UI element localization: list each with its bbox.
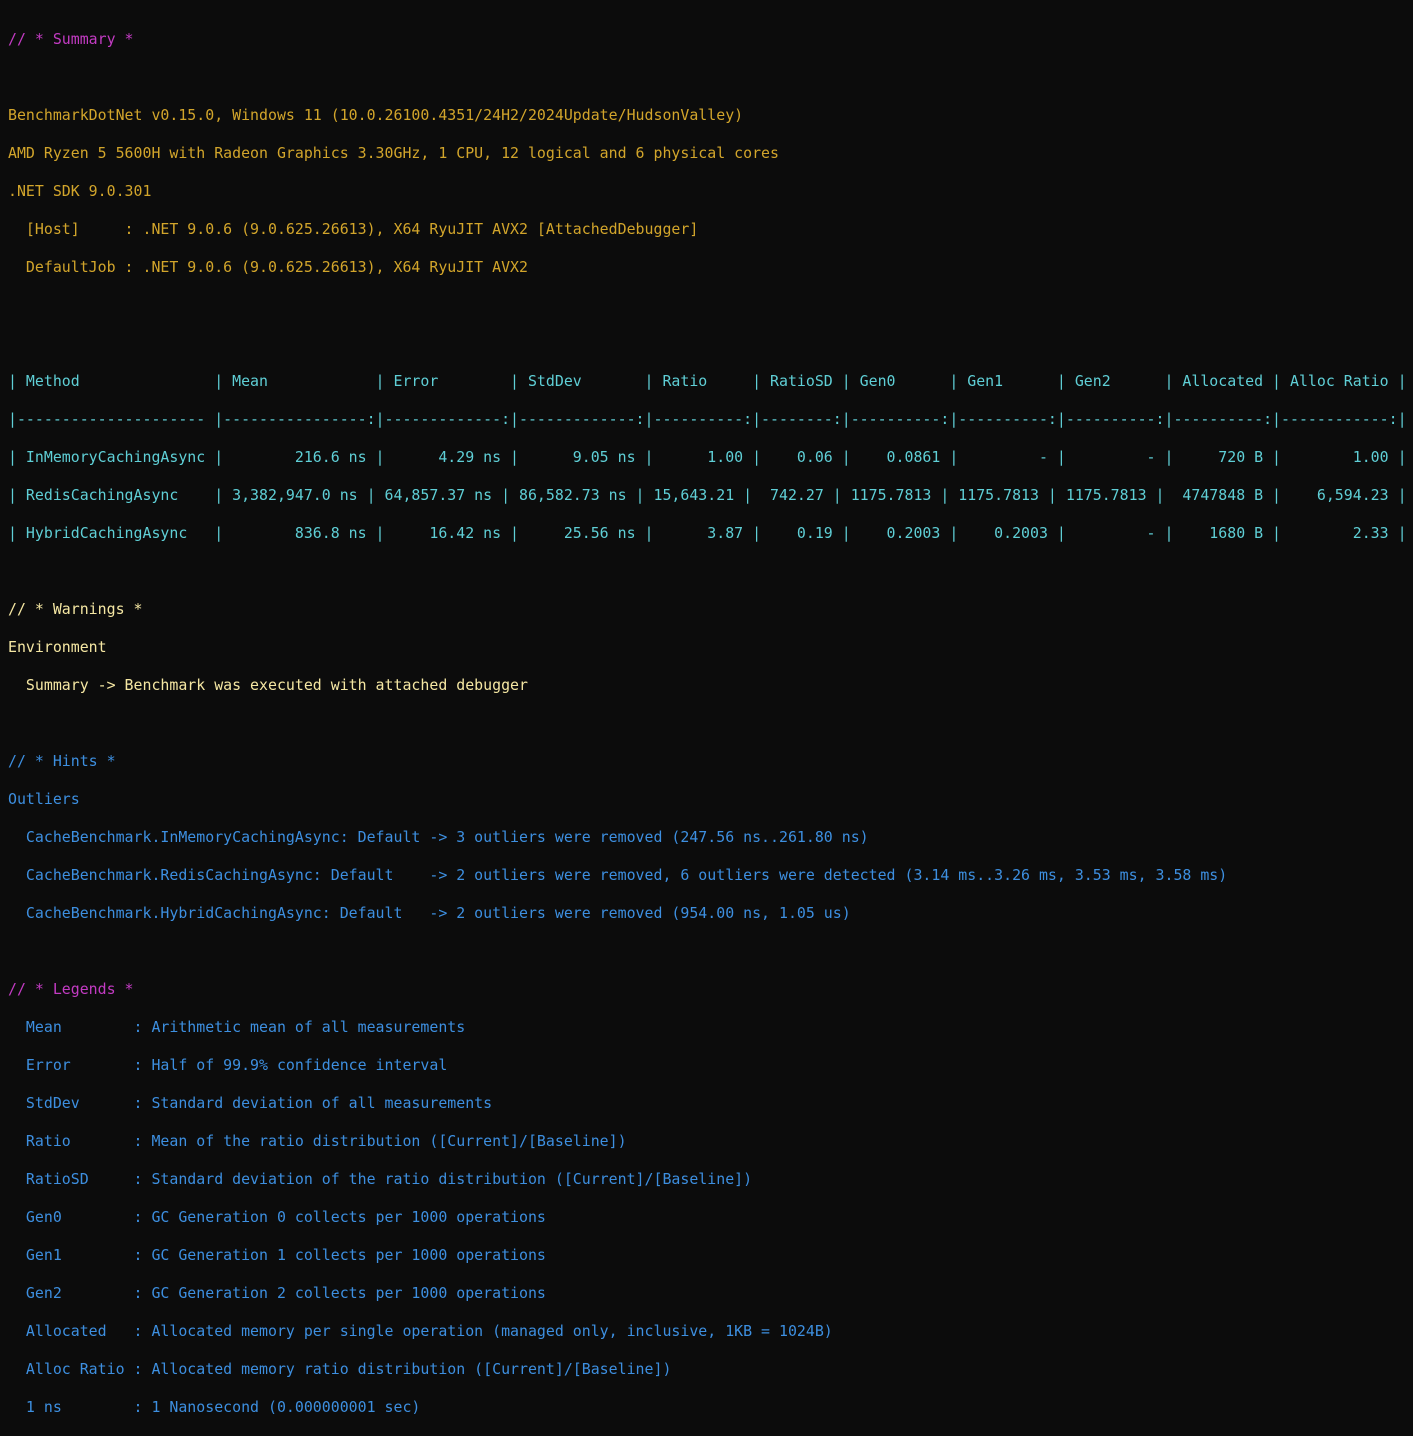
summary-heading: // * Summary *	[8, 30, 134, 48]
legend-line: Gen0 : GC Generation 0 collects per 1000…	[8, 1208, 546, 1226]
legend-line: 1 ns : 1 Nanosecond (0.000000001 sec)	[8, 1398, 421, 1416]
legend-line: Mean : Arithmetic mean of all measuremen…	[8, 1018, 466, 1036]
env-line-defaultjob: DefaultJob : .NET 9.0.6 (9.0.625.26613),…	[8, 258, 528, 276]
legends-heading: // * Legends *	[8, 980, 134, 998]
table-row: | RedisCachingAsync | 3,382,947.0 ns | 6…	[8, 486, 1407, 504]
table-separator: |--------------------- |----------------…	[8, 410, 1407, 428]
table-header: | Method | Mean | Error | StdDev | Ratio…	[8, 372, 1407, 390]
legend-line: Ratio : Mean of the ratio distribution (…	[8, 1132, 627, 1150]
legend-line: RatioSD : Standard deviation of the rati…	[8, 1170, 753, 1188]
hints-heading: // * Hints *	[8, 752, 116, 770]
legend-line: Gen2 : GC Generation 2 collects per 1000…	[8, 1284, 546, 1302]
hint-line: CacheBenchmark.RedisCachingAsync: Defaul…	[8, 866, 1228, 884]
table-row: | InMemoryCachingAsync | 216.6 ns | 4.29…	[8, 448, 1407, 466]
legend-line: Gen1 : GC Generation 1 collects per 1000…	[8, 1246, 546, 1264]
hint-line: CacheBenchmark.HybridCachingAsync: Defau…	[8, 904, 851, 922]
legend-line: StdDev : Standard deviation of all measu…	[8, 1094, 493, 1112]
env-line-sdk: .NET SDK 9.0.301	[8, 182, 152, 200]
terminal-output[interactable]: // * Summary * BenchmarkDotNet v0.15.0, …	[8, 11, 1408, 1416]
env-line-cpu: AMD Ryzen 5 5600H with Radeon Graphics 3…	[8, 144, 779, 162]
legend-line: Error : Half of 99.9% confidence interva…	[8, 1056, 448, 1074]
warning-line: Environment	[8, 638, 107, 656]
warnings-heading: // * Warnings *	[8, 600, 143, 618]
hint-line: CacheBenchmark.InMemoryCachingAsync: Def…	[8, 828, 869, 846]
env-line-host: [Host] : .NET 9.0.6 (9.0.625.26613), X64…	[8, 220, 699, 238]
legend-line: Allocated : Allocated memory per single …	[8, 1322, 833, 1340]
legend-line: Alloc Ratio : Allocated memory ratio dis…	[8, 1360, 672, 1378]
table-row: | HybridCachingAsync | 836.8 ns | 16.42 …	[8, 524, 1407, 542]
warning-line: Summary -> Benchmark was executed with a…	[8, 676, 528, 694]
hints-title: Outliers	[8, 790, 80, 808]
env-line-benchmarkdotnet: BenchmarkDotNet v0.15.0, Windows 11 (10.…	[8, 106, 744, 124]
